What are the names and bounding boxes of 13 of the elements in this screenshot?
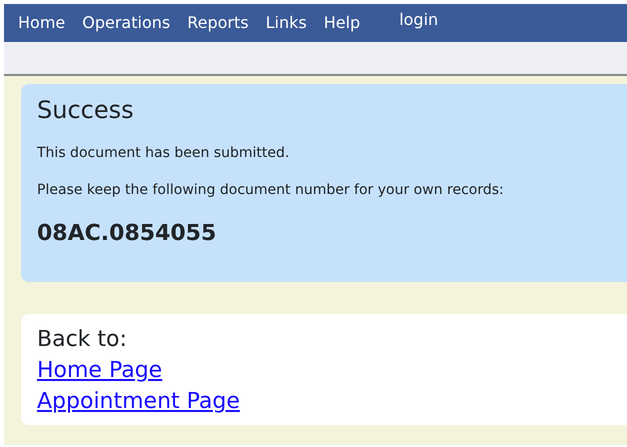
menu-link[interactable]: Operations [82, 11, 170, 35]
back-to-label: Back to: [37, 326, 128, 354]
login-link[interactable]: login [399, 8, 438, 32]
menu-link[interactable]: Home [18, 11, 66, 35]
alert-instruction: Please keep the following document number for your own records: [37, 180, 505, 200]
document-number: 08AC.0854055 [37, 220, 218, 248]
menu-link[interactable]: Links [266, 11, 307, 35]
menu-link[interactable]: Help [324, 11, 360, 35]
page-link[interactable]: Home Page [37, 355, 162, 386]
alert-message: This document has been submitted. [37, 144, 290, 163]
alert-title: Success [37, 96, 135, 125]
page-link[interactable]: Appointment Page [37, 386, 240, 417]
menu-link[interactable]: Reports [187, 11, 249, 35]
